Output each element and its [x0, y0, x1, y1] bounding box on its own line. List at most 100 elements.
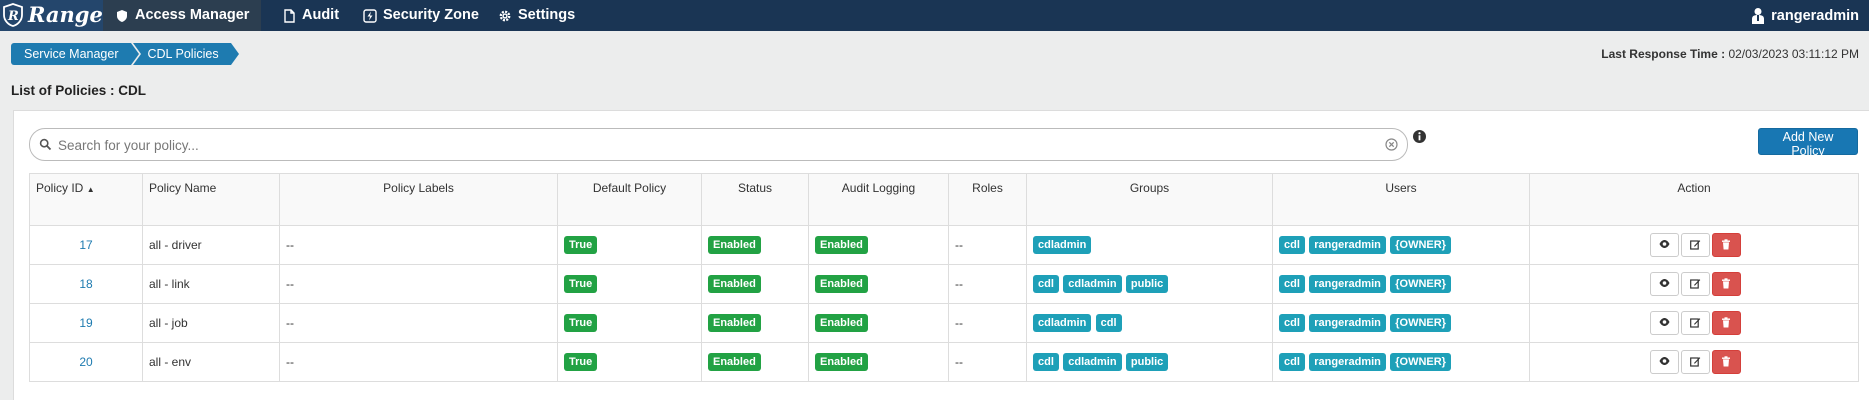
- view-policy-button[interactable]: [1649, 233, 1679, 257]
- eye-icon: [1659, 279, 1669, 287]
- col-users: Users: [1272, 173, 1530, 226]
- delete-policy-button[interactable]: [1711, 311, 1741, 335]
- audit-logging-badge: Enabled: [815, 314, 868, 332]
- delete-policy-button[interactable]: [1711, 233, 1741, 257]
- delete-policy-button[interactable]: [1711, 272, 1741, 296]
- last-response-time: Last Response Time : 02/03/2023 03:11:12…: [1601, 47, 1859, 61]
- bolt-icon: [363, 8, 377, 23]
- nav-access-manager[interactable]: Access Manager: [103, 0, 262, 31]
- table-header-row: Policy ID ▲ Policy Name Policy Labels De…: [29, 173, 1859, 226]
- policy-name-cell: all - job: [142, 303, 280, 343]
- default-policy-badge: True: [564, 353, 598, 371]
- default-policy-cell: True: [557, 303, 702, 343]
- table-row: 20 all - env -- True Enabled Enabled -- cdl cdl…: [29, 342, 1859, 382]
- col-audit-logging: Audit Logging: [808, 173, 949, 226]
- roles-cell: --: [948, 342, 1027, 382]
- edit-policy-button[interactable]: [1680, 311, 1710, 335]
- user-badge: {OWNER}: [1390, 236, 1451, 254]
- col-default-policy: Default Policy: [557, 173, 702, 226]
- eye-icon: [1659, 318, 1669, 326]
- nav-security-zone[interactable]: Security Zone: [351, 0, 491, 31]
- default-policy-badge: True: [564, 314, 598, 332]
- table-row: 19 all - job -- True Enabled Enabled -- cdladmi…: [29, 303, 1859, 343]
- col-policy-name: Policy Name: [142, 173, 280, 226]
- roles-cell: --: [948, 264, 1027, 304]
- col-roles: Roles: [948, 173, 1027, 226]
- top-navbar: R Ranger Access Manager Audit Security Z…: [0, 0, 1869, 31]
- view-policy-button[interactable]: [1649, 272, 1679, 296]
- audit-logging-cell: Enabled: [808, 264, 949, 304]
- group-badge: cdl: [1095, 314, 1122, 332]
- edit-icon: [1689, 240, 1700, 250]
- status-cell: Enabled: [701, 264, 809, 304]
- users-cell: cdl rangeradmin {OWNER}: [1272, 303, 1530, 343]
- breadcrumb-cdl-policies[interactable]: CDL Policies: [132, 43, 239, 65]
- ranger-logo[interactable]: R Ranger: [0, 0, 114, 31]
- action-cell: [1529, 342, 1859, 382]
- policy-id-link[interactable]: 20: [79, 355, 92, 369]
- groups-cell: cdl cdladmin public: [1026, 342, 1273, 382]
- policy-labels-cell: --: [279, 303, 558, 343]
- trash-icon: [1721, 317, 1730, 328]
- search-box[interactable]: [29, 128, 1408, 161]
- table-row: 18 all - link -- True Enabled Enabled -- cdl cd…: [29, 264, 1859, 304]
- action-cell: [1529, 225, 1859, 265]
- default-policy-cell: True: [557, 225, 702, 265]
- clear-search-icon[interactable]: [1385, 138, 1398, 151]
- user-badge: rangeradmin: [1309, 353, 1386, 371]
- username: rangeradmin: [1771, 7, 1859, 24]
- file-icon: [284, 8, 295, 23]
- status-badge: Enabled: [708, 275, 761, 293]
- view-policy-button[interactable]: [1649, 311, 1679, 335]
- group-badge: cdl: [1033, 353, 1059, 371]
- audit-logging-cell: Enabled: [808, 303, 949, 343]
- info-icon[interactable]: [1412, 129, 1427, 144]
- col-policy-id-label: Policy ID: [36, 181, 84, 195]
- user-badge: cdl: [1279, 314, 1305, 332]
- roles-cell: --: [948, 303, 1027, 343]
- policy-id-cell: 17: [29, 225, 143, 265]
- svg-text:R: R: [7, 9, 19, 24]
- last-response-label: Last Response Time :: [1601, 47, 1726, 61]
- col-action: Action: [1529, 173, 1859, 226]
- col-policy-id[interactable]: Policy ID ▲: [29, 173, 143, 226]
- policy-id-cell: 19: [29, 303, 143, 343]
- nav-settings[interactable]: Settings: [486, 0, 587, 31]
- user-badge: cdl: [1279, 353, 1305, 371]
- group-badge: public: [1125, 353, 1169, 371]
- group-badge: public: [1125, 275, 1169, 293]
- edit-icon: [1689, 318, 1700, 328]
- policy-id-link[interactable]: 19: [79, 316, 92, 330]
- brand-name: Ranger: [28, 2, 114, 27]
- gear-icon: [499, 10, 511, 21]
- nav-security-zone-label: Security Zone: [383, 7, 479, 23]
- edit-policy-button[interactable]: [1680, 350, 1710, 374]
- search-input[interactable]: [56, 133, 1380, 157]
- user-badge: rangeradmin: [1309, 314, 1386, 332]
- default-policy-cell: True: [557, 342, 702, 382]
- col-status: Status: [701, 173, 809, 226]
- table-row: 17 all - driver -- True Enabled Enabled -- cdla…: [29, 225, 1859, 265]
- nav-audit[interactable]: Audit: [270, 0, 351, 31]
- user-menu[interactable]: rangeradmin: [1751, 0, 1859, 31]
- add-new-policy-button[interactable]: Add New Policy: [1758, 128, 1858, 158]
- user-badge: {OWNER}: [1390, 275, 1451, 293]
- default-policy-badge: True: [564, 236, 598, 254]
- roles-cell: --: [948, 225, 1027, 265]
- trash-icon: [1721, 278, 1730, 289]
- user-badge: {OWNER}: [1390, 353, 1451, 371]
- policy-labels-cell: --: [279, 264, 558, 304]
- edit-policy-button[interactable]: [1680, 272, 1710, 296]
- col-groups: Groups: [1026, 173, 1273, 226]
- edit-policy-button[interactable]: [1680, 233, 1710, 257]
- shield-icon: [117, 9, 127, 22]
- user-icon: [1752, 7, 1765, 24]
- policy-id-link[interactable]: 17: [79, 238, 92, 252]
- breadcrumb: Service Manager CDL Policies: [11, 43, 239, 65]
- breadcrumb-service-manager[interactable]: Service Manager: [11, 43, 138, 65]
- policies-table: Policy ID ▲ Policy Name Policy Labels De…: [29, 173, 1859, 382]
- policy-name-cell: all - env: [142, 342, 280, 382]
- delete-policy-button[interactable]: [1711, 350, 1741, 374]
- view-policy-button[interactable]: [1649, 350, 1679, 374]
- policy-id-link[interactable]: 18: [79, 277, 92, 291]
